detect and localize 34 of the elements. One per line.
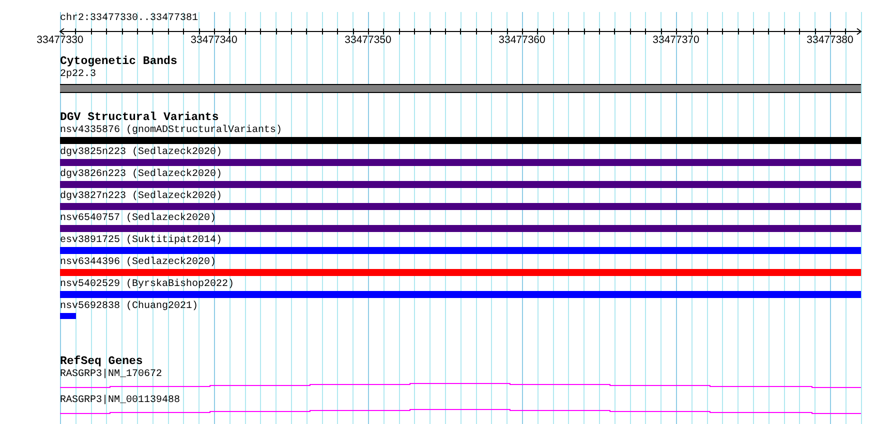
feature-label: nsv5402529 (ByrskaBishop2022) <box>60 279 234 291</box>
location-label: chr2:33477330..33477381 <box>60 13 198 25</box>
variant-bar[interactable] <box>60 203 861 210</box>
feature-label: esv3891725 (Suktitipat2014) <box>60 235 222 247</box>
variant-bar[interactable] <box>60 247 861 254</box>
feature-label: RASGRP3|NM_170672 <box>60 369 162 381</box>
track-title: Cytogenetic Bands <box>60 56 178 68</box>
gene-line[interactable] <box>60 383 861 388</box>
feature-label: nsv5692838 (Chuang2021) <box>60 301 198 313</box>
track-title: DGV Structural Variants <box>60 112 219 124</box>
variant-bar[interactable] <box>60 269 861 276</box>
feature-label: 2p22.3 <box>60 69 96 81</box>
feature-label: dgv3825n223 (Sedlazeck2020) <box>60 147 222 159</box>
feature-label: nsv6540757 (Sedlazeck2020) <box>60 213 216 225</box>
variant-bar[interactable] <box>60 159 861 166</box>
feature-label: RASGRP3|NM_001139488 <box>60 395 180 407</box>
tick-label: 33477330 <box>36 34 84 46</box>
feature-label: nsv4335876 (gnomADStructuralVariants) <box>60 125 282 137</box>
gene-line[interactable] <box>60 409 861 414</box>
variant-bar[interactable] <box>60 225 861 232</box>
variant-bar[interactable] <box>60 137 861 144</box>
feature-label: dgv3826n223 (Sedlazeck2020) <box>60 169 222 181</box>
variant-bar[interactable] <box>60 181 861 188</box>
tick-label: 33477380 <box>806 34 854 46</box>
variant-bar[interactable] <box>60 313 76 319</box>
track-title: RefSeq Genes <box>60 356 143 368</box>
band-bar[interactable] <box>60 84 861 93</box>
tick-label: 33477350 <box>344 34 392 46</box>
tick-label: 33477340 <box>190 34 238 46</box>
variant-bar[interactable] <box>60 291 861 298</box>
tick-label: 33477360 <box>498 34 546 46</box>
feature-label: nsv6344396 (Sedlazeck2020) <box>60 257 216 269</box>
feature-label: dgv3827n223 (Sedlazeck2020) <box>60 191 222 203</box>
tick-label: 33477370 <box>652 34 700 46</box>
